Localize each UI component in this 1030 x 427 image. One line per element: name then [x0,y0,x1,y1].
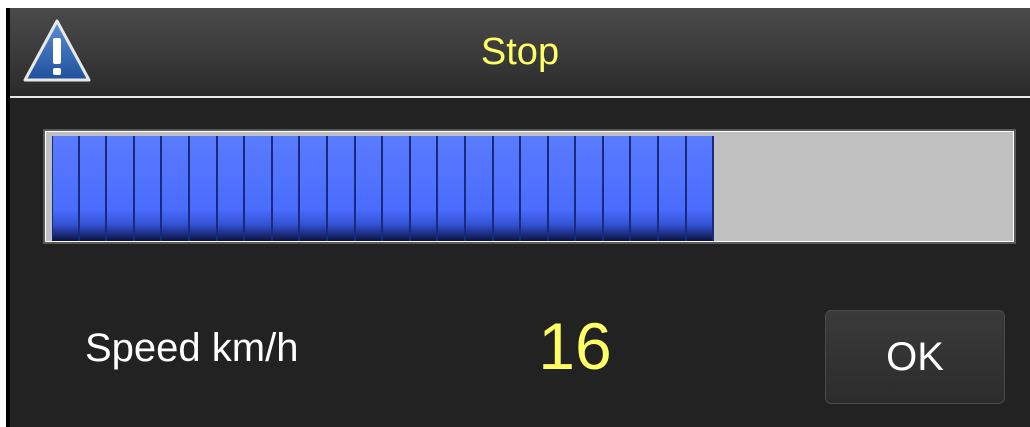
stop-dialog: Stop Speed km/h 16 OK [8,8,1030,427]
progress-segment [410,136,439,241]
speed-label: Speed km/h [85,326,299,370]
progress-segment [383,136,411,241]
progress-segment [107,136,135,241]
progress-segment [438,136,466,241]
progress-segment [327,136,356,241]
progress-segment [272,136,301,241]
progress-bar [43,129,1016,244]
progress-segment [576,136,604,241]
window-left-edge [0,0,9,427]
progress-segment [134,136,163,241]
progress-segment [217,136,246,241]
progress-segment [521,136,549,241]
ok-button[interactable]: OK [825,310,1005,404]
dialog-titlebar: Stop [10,8,1030,98]
progress-segment [493,136,522,241]
progress-segment [659,136,687,241]
progress-bar-fill [52,136,715,241]
progress-segment [300,136,328,241]
progress-segment [686,136,715,241]
progress-segment [162,136,190,241]
progress-segment [79,136,108,241]
progress-segment [355,136,384,241]
progress-segment [245,136,273,241]
progress-segment [189,136,218,241]
progress-segment [631,136,660,241]
progress-segment [52,136,80,241]
progress-segment [548,136,577,241]
dialog-title: Stop [480,31,560,73]
speed-value: 16 [538,309,612,383]
progress-segment [465,136,494,241]
progress-segment [603,136,632,241]
